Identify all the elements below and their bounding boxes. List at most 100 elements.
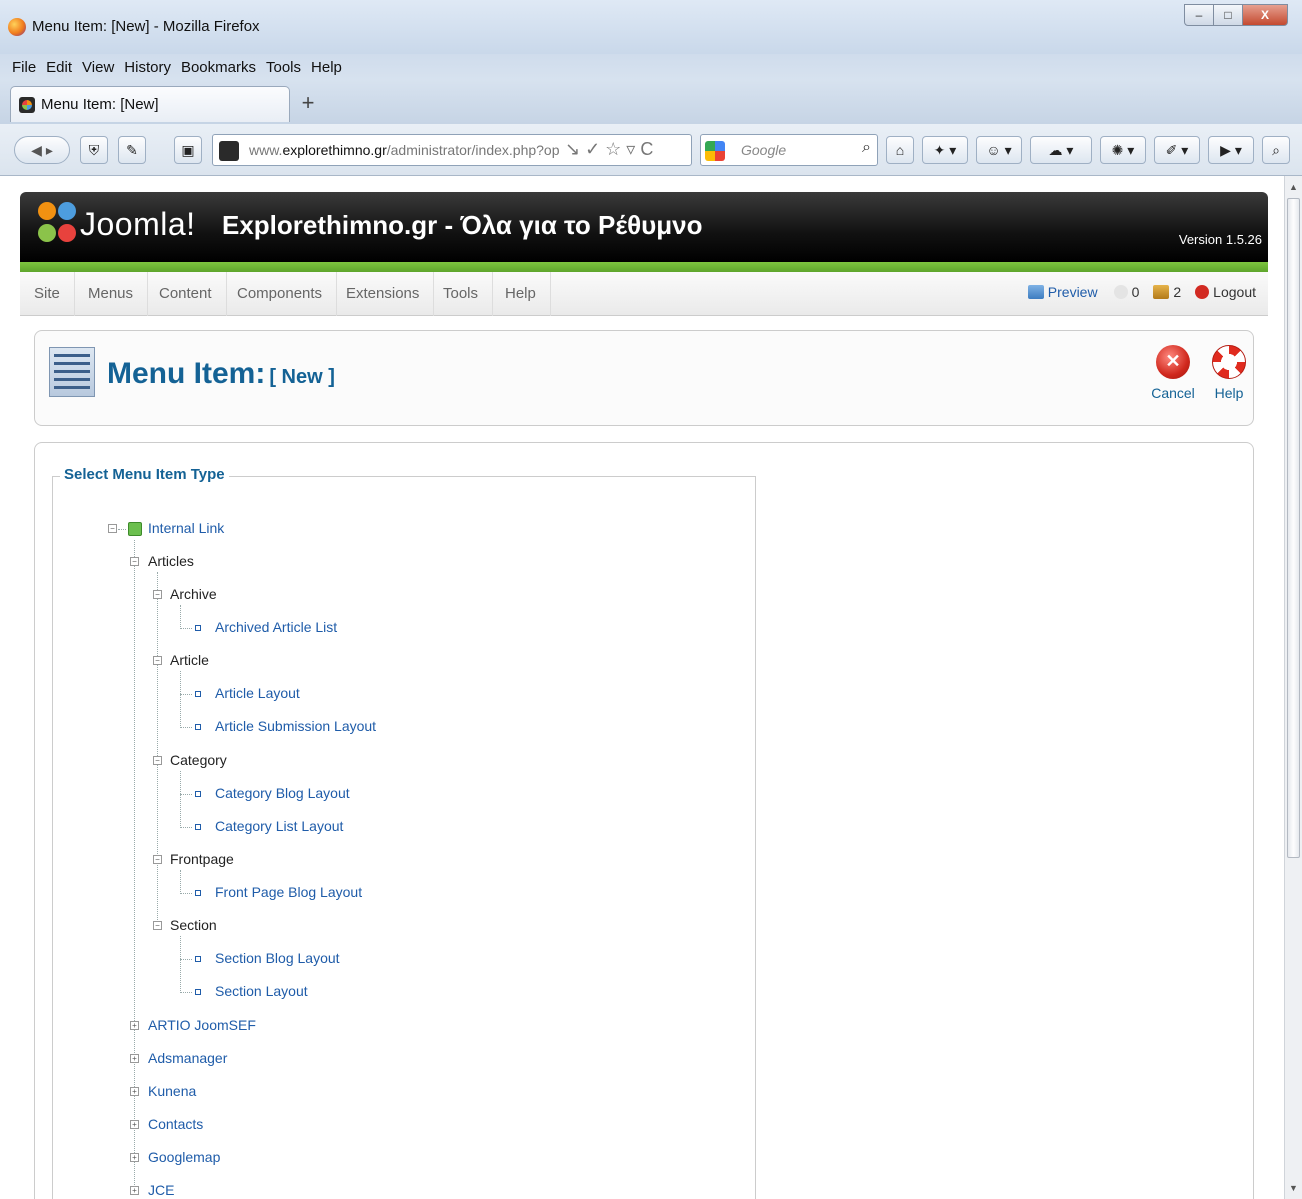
tree-item-article-layout[interactable]: Article Layout [215, 683, 300, 703]
tree-expander[interactable]: − [153, 656, 162, 665]
admin-menu-extensions[interactable]: Extensions [332, 272, 435, 316]
admin-menu-tools[interactable]: Tools [429, 272, 494, 316]
leaf-icon [195, 691, 201, 697]
close-window-button[interactable]: X [1242, 4, 1288, 26]
logout-link[interactable]: Logout [1195, 284, 1256, 300]
url-bar[interactable]: www.explorethimno.gr/administrator/index… [212, 134, 692, 166]
menu-view[interactable]: View [82, 59, 114, 76]
tree-h-line [180, 827, 192, 828]
joomla-logo-icon [38, 202, 78, 244]
menu-tools[interactable]: Tools [266, 59, 301, 76]
tree-expander[interactable]: + [130, 1153, 139, 1162]
admin-menu-site[interactable]: Site [20, 272, 75, 316]
cancel-button[interactable]: Cancel [1145, 345, 1201, 401]
magnifier-icon[interactable]: ⌕ [1262, 136, 1290, 164]
joomla-favicon-icon [19, 96, 35, 113]
admin-menu-components[interactable]: Components [223, 272, 338, 316]
tree-expander[interactable]: − [153, 590, 162, 599]
tree-item-article-submission-layout[interactable]: Article Submission Layout [215, 716, 376, 736]
tab-menu-item-new[interactable]: Menu Item: [New] [10, 86, 290, 122]
tree-expander[interactable]: − [130, 557, 139, 566]
leaf-icon [195, 824, 201, 830]
tree-item-category-blog-layout[interactable]: Category Blog Layout [215, 783, 350, 803]
cancel-icon [1156, 345, 1190, 379]
search-bar[interactable]: Google ⌕ [700, 134, 878, 166]
addon-feather-icon[interactable]: ✦ ▾ [922, 136, 968, 164]
menu-help[interactable]: Help [311, 59, 342, 76]
tree-item-kunena[interactable]: Kunena [148, 1081, 196, 1101]
tree-item-article[interactable]: Article [170, 650, 209, 670]
back-forward-button[interactable]: ◀ ▸ [14, 136, 70, 164]
addon-youtube-icon[interactable]: ▶ ▾ [1208, 136, 1254, 164]
preview-link[interactable]: Preview [1027, 284, 1098, 300]
tree-item-artio-joomsef[interactable]: ARTIO JoomSEF [148, 1015, 256, 1035]
tree-expander[interactable]: + [130, 1054, 139, 1063]
tree-item-adsmanager[interactable]: Adsmanager [148, 1048, 227, 1068]
tree-item-category-list-layout[interactable]: Category List Layout [215, 816, 343, 836]
messages-icon [1113, 285, 1128, 299]
messages-count[interactable]: 0 [1113, 284, 1139, 300]
tree-item-archive[interactable]: Archive [170, 584, 217, 604]
search-icon[interactable]: ⌕ [862, 139, 871, 157]
minimize-button[interactable]: – [1184, 4, 1214, 26]
lifebuoy-help-icon [1212, 345, 1246, 379]
fieldset-legend: Select Menu Item Type [60, 466, 229, 483]
google-engine-icon[interactable] [705, 141, 725, 161]
tree-item-frontpage[interactable]: Frontpage [170, 849, 234, 869]
tree-item-jce[interactable]: JCE [148, 1180, 174, 1199]
url-bar-action-icons[interactable]: ↘ ✓ ☆ ▿ C [565, 139, 653, 160]
admin-menu-help[interactable]: Help [491, 272, 551, 316]
window-titlebar: Menu Item: [New] - Mozilla Firefox – □ X [0, 0, 1302, 54]
page-scrollbar[interactable]: ▲ ▼ [1284, 176, 1302, 1199]
page-toolbar: Menu Item:[ New ] Cancel Help [34, 330, 1254, 426]
header-green-strip [20, 262, 1268, 272]
tree-expander[interactable]: − [153, 921, 162, 930]
tree-h-line [180, 992, 192, 993]
menu-edit[interactable]: Edit [46, 59, 72, 76]
tree-expander[interactable]: − [153, 756, 162, 765]
addon-shield-icon[interactable]: ⛨ [80, 136, 108, 164]
tree-item-internal-link[interactable]: Internal Link [148, 518, 224, 538]
addon-smiley-icon[interactable]: ☺ ▾ [976, 136, 1022, 164]
tree-expander[interactable]: − [153, 855, 162, 864]
home-icon[interactable]: ⌂ [886, 136, 914, 164]
new-tab-button[interactable]: + [296, 92, 320, 116]
tree-expander[interactable]: − [108, 524, 117, 533]
tree-expander[interactable]: + [130, 1087, 139, 1096]
tree-item-section[interactable]: Section [170, 915, 217, 935]
tree-item-articles[interactable]: Articles [148, 551, 194, 571]
tree-expander[interactable]: + [130, 1186, 139, 1195]
tree-item-archived-article-list[interactable]: Archived Article List [215, 617, 337, 637]
tree-h-line [180, 959, 192, 960]
admin-menu-content[interactable]: Content [145, 272, 227, 316]
tree-item-section-blog-layout[interactable]: Section Blog Layout [215, 948, 340, 968]
scrollbar-thumb[interactable] [1287, 198, 1300, 858]
menu-bookmarks[interactable]: Bookmarks [181, 59, 256, 76]
scroll-up-arrow-icon[interactable]: ▲ [1285, 178, 1302, 196]
leaf-icon [195, 724, 201, 730]
tree-expander[interactable]: + [130, 1120, 139, 1129]
joomla-header: Joomla! Explorethimno.gr - Όλα για το Ρέ… [20, 192, 1268, 262]
pencil-tool-icon[interactable]: ✎ [118, 136, 146, 164]
scroll-down-arrow-icon[interactable]: ▼ [1285, 1179, 1302, 1197]
admin-menu-menus[interactable]: Menus [74, 272, 149, 316]
menu-file[interactable]: File [12, 59, 36, 76]
tree-item-front-page-blog-layout[interactable]: Front Page Blog Layout [215, 882, 362, 902]
tree-item-googlemap[interactable]: Googlemap [148, 1147, 220, 1167]
search-placeholder: Google [741, 142, 787, 158]
tree-item-contacts[interactable]: Contacts [148, 1114, 203, 1134]
tree-line-article [180, 671, 181, 728]
tree-expander[interactable]: + [130, 1021, 139, 1030]
addon-gear-icon[interactable]: ✺ ▾ [1100, 136, 1146, 164]
addon-picture-icon[interactable]: ▣ [174, 136, 202, 164]
help-button[interactable]: Help [1201, 345, 1257, 401]
menu-history[interactable]: History [124, 59, 171, 76]
addon-weather-icon[interactable]: ☁ ▾ [1030, 136, 1092, 164]
tree-item-category[interactable]: Category [170, 750, 227, 770]
maximize-button[interactable]: □ [1213, 4, 1243, 26]
url-text[interactable]: www.explorethimno.gr/administrator/index… [249, 142, 567, 158]
tree-h-line [180, 794, 192, 795]
tree-item-section-layout[interactable]: Section Layout [215, 981, 308, 1001]
site-favicon-icon [219, 141, 239, 161]
addon-dropper-icon[interactable]: ✐ ▾ [1154, 136, 1200, 164]
